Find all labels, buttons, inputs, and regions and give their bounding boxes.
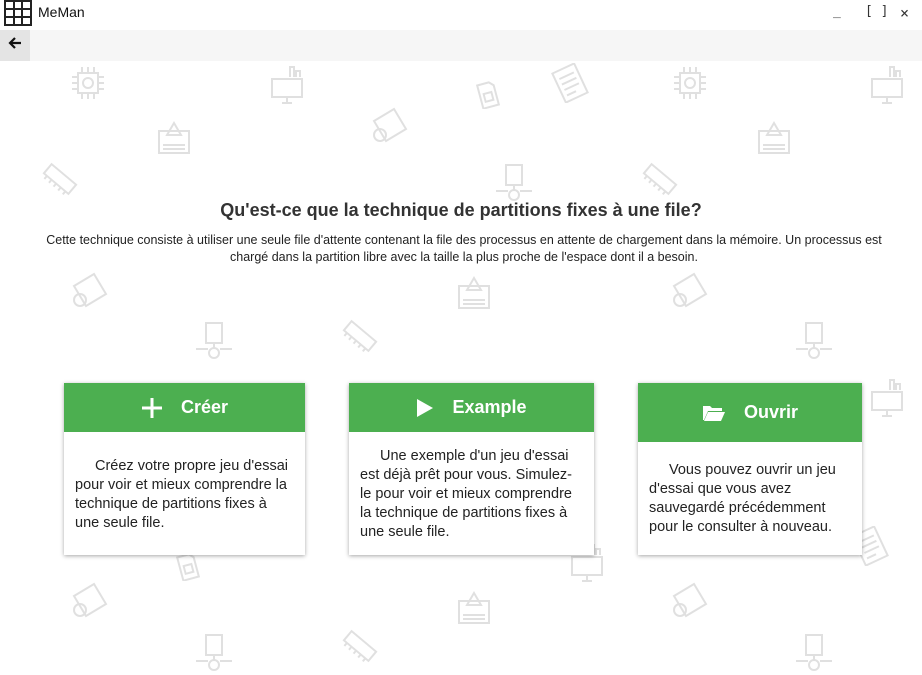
- monitor-chart-icon: [871, 379, 903, 417]
- settings-document-icon: [72, 582, 108, 618]
- settings-document-icon: [672, 272, 708, 308]
- memory-card-icon: [176, 553, 200, 581]
- maximize-button[interactable]: [ ]: [865, 4, 888, 19]
- folder-open-icon: [702, 404, 726, 422]
- open-card-text: Vous pouvez ouvrir un jeu d'essai que vo…: [649, 462, 836, 535]
- create-card-text: Créez votre propre jeu d'essai pour voir…: [75, 458, 288, 531]
- memory-card-icon: [476, 81, 500, 109]
- warning-screen-icon: [758, 121, 790, 154]
- close-button[interactable]: ×: [900, 4, 909, 22]
- settings-document-icon: [72, 272, 108, 308]
- page-title: Qu'est-ce que la technique de partitions…: [220, 200, 702, 220]
- page-description: Cette technique consiste à utiliser une …: [46, 233, 882, 264]
- back-button[interactable]: [0, 30, 30, 61]
- background-pattern: [0, 61, 922, 671]
- open-button[interactable]: Ouvrir: [638, 383, 862, 442]
- app-logo-icon: [4, 0, 32, 26]
- arrow-left-icon: [8, 36, 22, 55]
- plus-icon: [141, 397, 163, 419]
- network-document-icon: [196, 322, 232, 359]
- chip-icon: [674, 67, 706, 99]
- warning-screen-icon: [458, 591, 490, 624]
- warning-screen-icon: [458, 276, 490, 309]
- monitor-chart-icon: [271, 66, 303, 104]
- example-button-label: Example: [452, 397, 527, 417]
- chip-icon: [72, 67, 104, 99]
- network-document-icon: [196, 634, 232, 671]
- play-icon: [416, 398, 434, 418]
- document-icon: [551, 63, 589, 103]
- example-button[interactable]: Example: [349, 383, 594, 432]
- create-card: Créer Créez votre propre jeu d'essai pou…: [64, 383, 305, 555]
- open-card: Ouvrir Vous pouvez ouvrir un jeu d'essai…: [638, 383, 862, 555]
- example-card-text: Une exemple d'un jeu d'essai est déjà pr…: [360, 448, 572, 540]
- minimize-button[interactable]: _: [833, 4, 841, 19]
- ram-icon: [342, 319, 378, 353]
- create-button-label: Créer: [180, 397, 229, 417]
- ram-icon: [42, 162, 78, 196]
- ram-icon: [642, 162, 678, 196]
- navigation-bar: [0, 30, 922, 61]
- window-title: MeMan: [38, 4, 85, 20]
- network-document-icon: [796, 634, 832, 671]
- title-bar: MeMan _ [ ] ×: [0, 0, 922, 28]
- settings-document-icon: [372, 107, 408, 143]
- settings-document-icon: [672, 582, 708, 618]
- example-card: Example Une exemple d'un jeu d'essai est…: [349, 383, 594, 555]
- warning-screen-icon: [158, 121, 190, 154]
- create-button[interactable]: Créer: [64, 383, 305, 432]
- open-button-label: Ouvrir: [743, 402, 799, 422]
- ram-icon: [342, 629, 378, 663]
- network-document-icon: [496, 164, 532, 201]
- network-document-icon: [796, 322, 832, 359]
- monitor-chart-icon: [871, 66, 903, 104]
